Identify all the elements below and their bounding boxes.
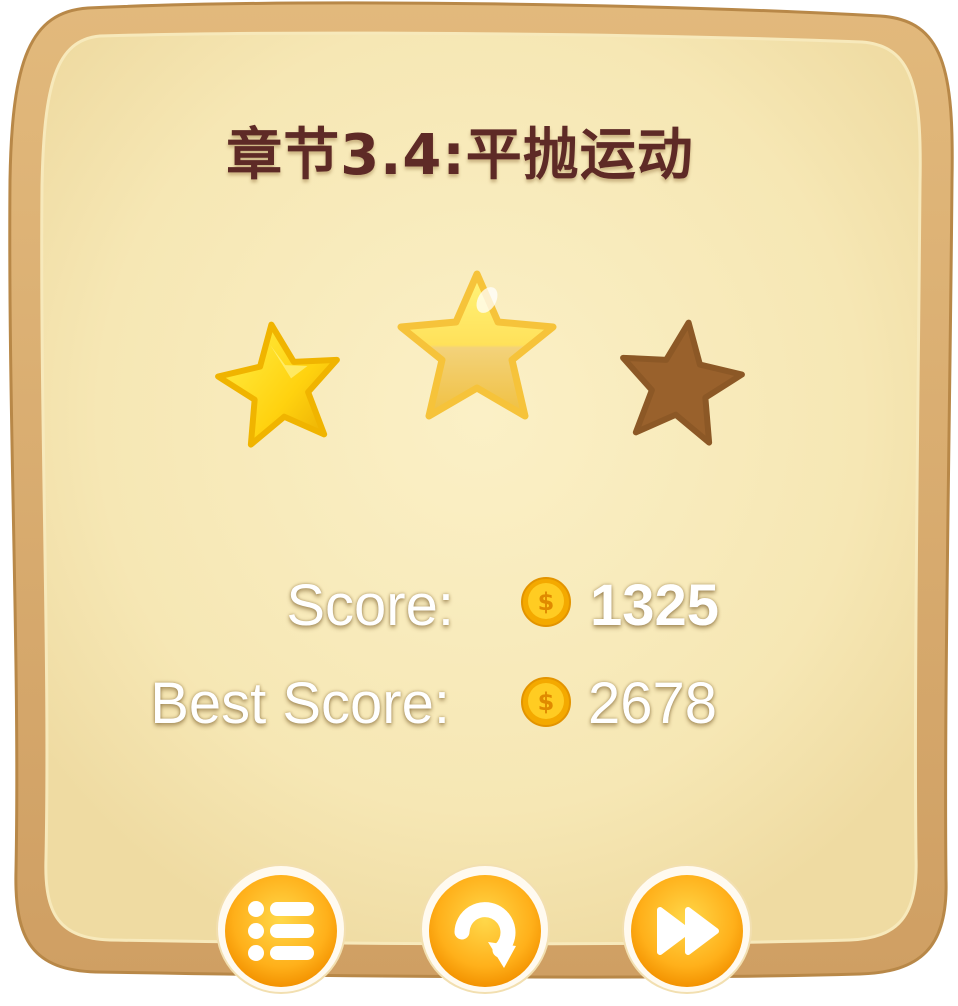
next-level-button[interactable] — [620, 862, 754, 996]
best-score-label: Best Score: — [150, 671, 450, 736]
menu-list-button[interactable] — [214, 862, 348, 996]
best-score-value: 2678 — [588, 671, 718, 736]
level-title: 章节3.4:平抛运动 — [226, 123, 694, 188]
svg-text:$: $ — [538, 588, 555, 616]
score-label: Score: — [286, 573, 454, 638]
gold-dollar-coin-icon: $ — [521, 677, 571, 727]
level-complete-screen: 章节3.4:平抛运动 Score: $ 1325 Best Score: $ 2… — [0, 0, 958, 1006]
replay-button[interactable] — [418, 862, 552, 996]
score-value: 1325 — [590, 573, 720, 638]
star-1-earned-icon — [215, 321, 340, 448]
svg-text:$: $ — [538, 688, 555, 716]
gold-dollar-coin-icon: $ — [521, 577, 571, 627]
list-icon — [248, 901, 314, 961]
star-2-earned-icon — [397, 270, 557, 420]
star-3-empty-icon — [620, 319, 745, 446]
